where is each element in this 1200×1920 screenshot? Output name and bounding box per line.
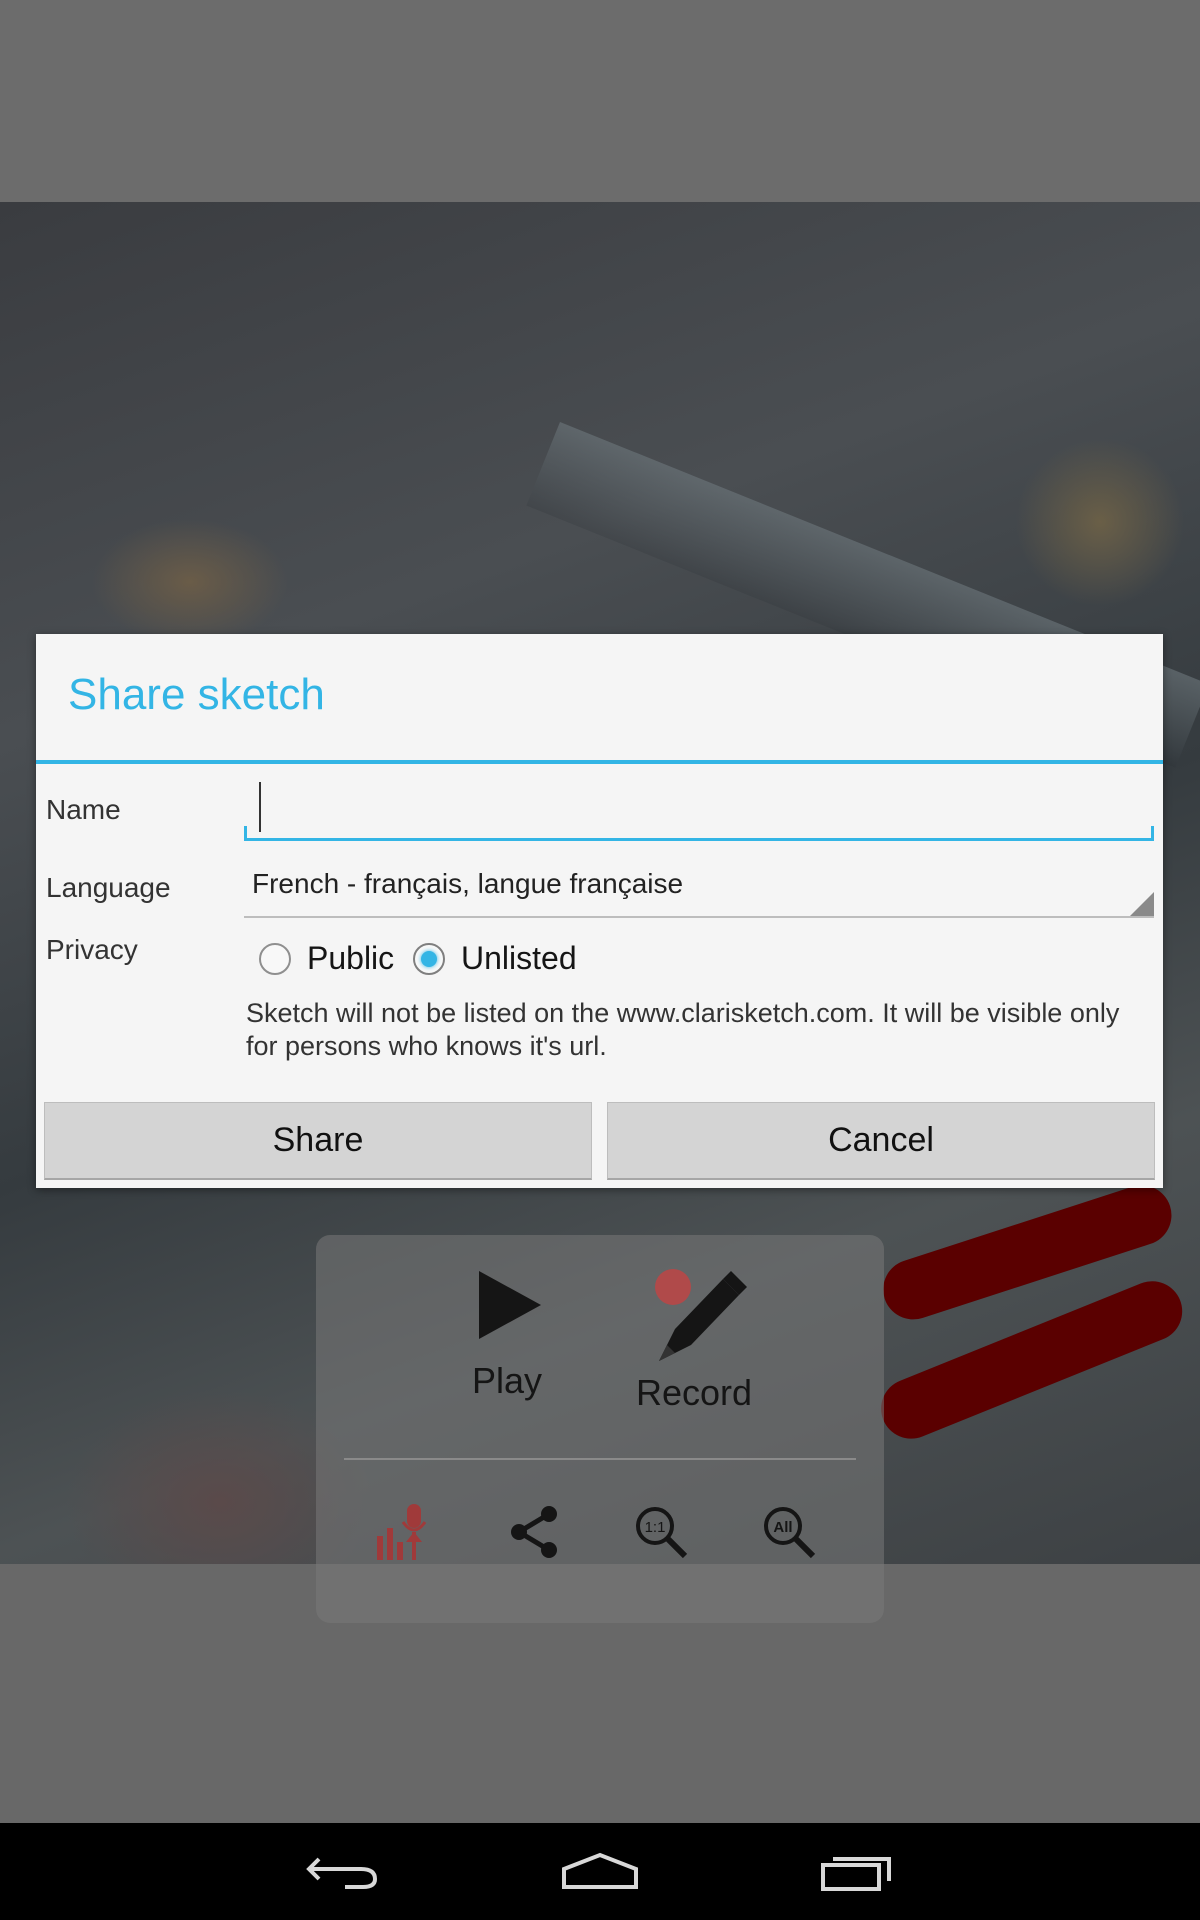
record-button[interactable]: Record xyxy=(614,1265,774,1414)
radio-unchecked-icon xyxy=(259,942,291,975)
playback-panel: Play Record 1:1 All xyxy=(316,1235,884,1623)
zoom-all-icon: All xyxy=(764,1507,816,1559)
zoom-all-text: All xyxy=(773,1519,792,1536)
dropdown-triangle-icon xyxy=(1130,892,1154,916)
language-dropdown[interactable]: French - français, langue française xyxy=(244,856,1154,918)
zoom-1-1-button[interactable]: 1:1 xyxy=(626,1497,696,1567)
language-label: Language xyxy=(46,872,171,903)
language-selected-value: French - français, langue française xyxy=(252,868,684,899)
share-sketch-dialog: Share sketch Name Language French - fran… xyxy=(36,634,1163,1188)
home-icon xyxy=(562,1852,638,1889)
zoom-all-button[interactable]: All xyxy=(754,1497,824,1567)
share-tool-button[interactable] xyxy=(500,1497,570,1567)
recents-button[interactable] xyxy=(797,1833,917,1909)
privacy-unlisted-radio[interactable]: Unlisted xyxy=(413,940,577,977)
zoom-1-1-icon: 1:1 xyxy=(636,1507,688,1559)
back-button[interactable] xyxy=(283,1833,403,1909)
audio-levels-icon xyxy=(377,1504,427,1560)
system-navigation-bar xyxy=(0,1823,1200,1920)
title-divider xyxy=(36,760,1163,764)
top-background xyxy=(0,0,1200,202)
name-label: Name xyxy=(46,794,121,825)
home-button[interactable] xyxy=(540,1833,660,1909)
back-icon xyxy=(306,1857,378,1889)
privacy-label: Privacy xyxy=(46,934,138,965)
unlisted-label: Unlisted xyxy=(461,940,577,976)
name-field[interactable] xyxy=(244,774,1154,841)
record-label: Record xyxy=(635,1372,753,1413)
panel-divider xyxy=(344,1458,856,1460)
record-pencil-icon xyxy=(655,1269,747,1361)
dialog-title: Share sketch xyxy=(68,670,325,719)
audio-levels-button[interactable] xyxy=(368,1497,438,1567)
recents-icon xyxy=(821,1857,891,1891)
text-caret xyxy=(259,782,261,832)
privacy-public-radio[interactable]: Public xyxy=(259,940,394,977)
cancel-button[interactable]: Cancel xyxy=(607,1102,1155,1180)
public-label: Public xyxy=(307,940,395,976)
play-icon xyxy=(479,1271,541,1339)
zoom-1-1-text: 1:1 xyxy=(645,1519,666,1536)
share-icon xyxy=(511,1506,557,1558)
play-button[interactable]: Play xyxy=(427,1265,587,1402)
share-button[interactable]: Share xyxy=(44,1102,592,1180)
radio-checked-icon xyxy=(413,942,445,975)
privacy-info-text: Sketch will not be listed on the www.cla… xyxy=(246,998,1120,1061)
play-label: Play xyxy=(471,1360,543,1401)
name-input[interactable] xyxy=(244,774,1154,838)
